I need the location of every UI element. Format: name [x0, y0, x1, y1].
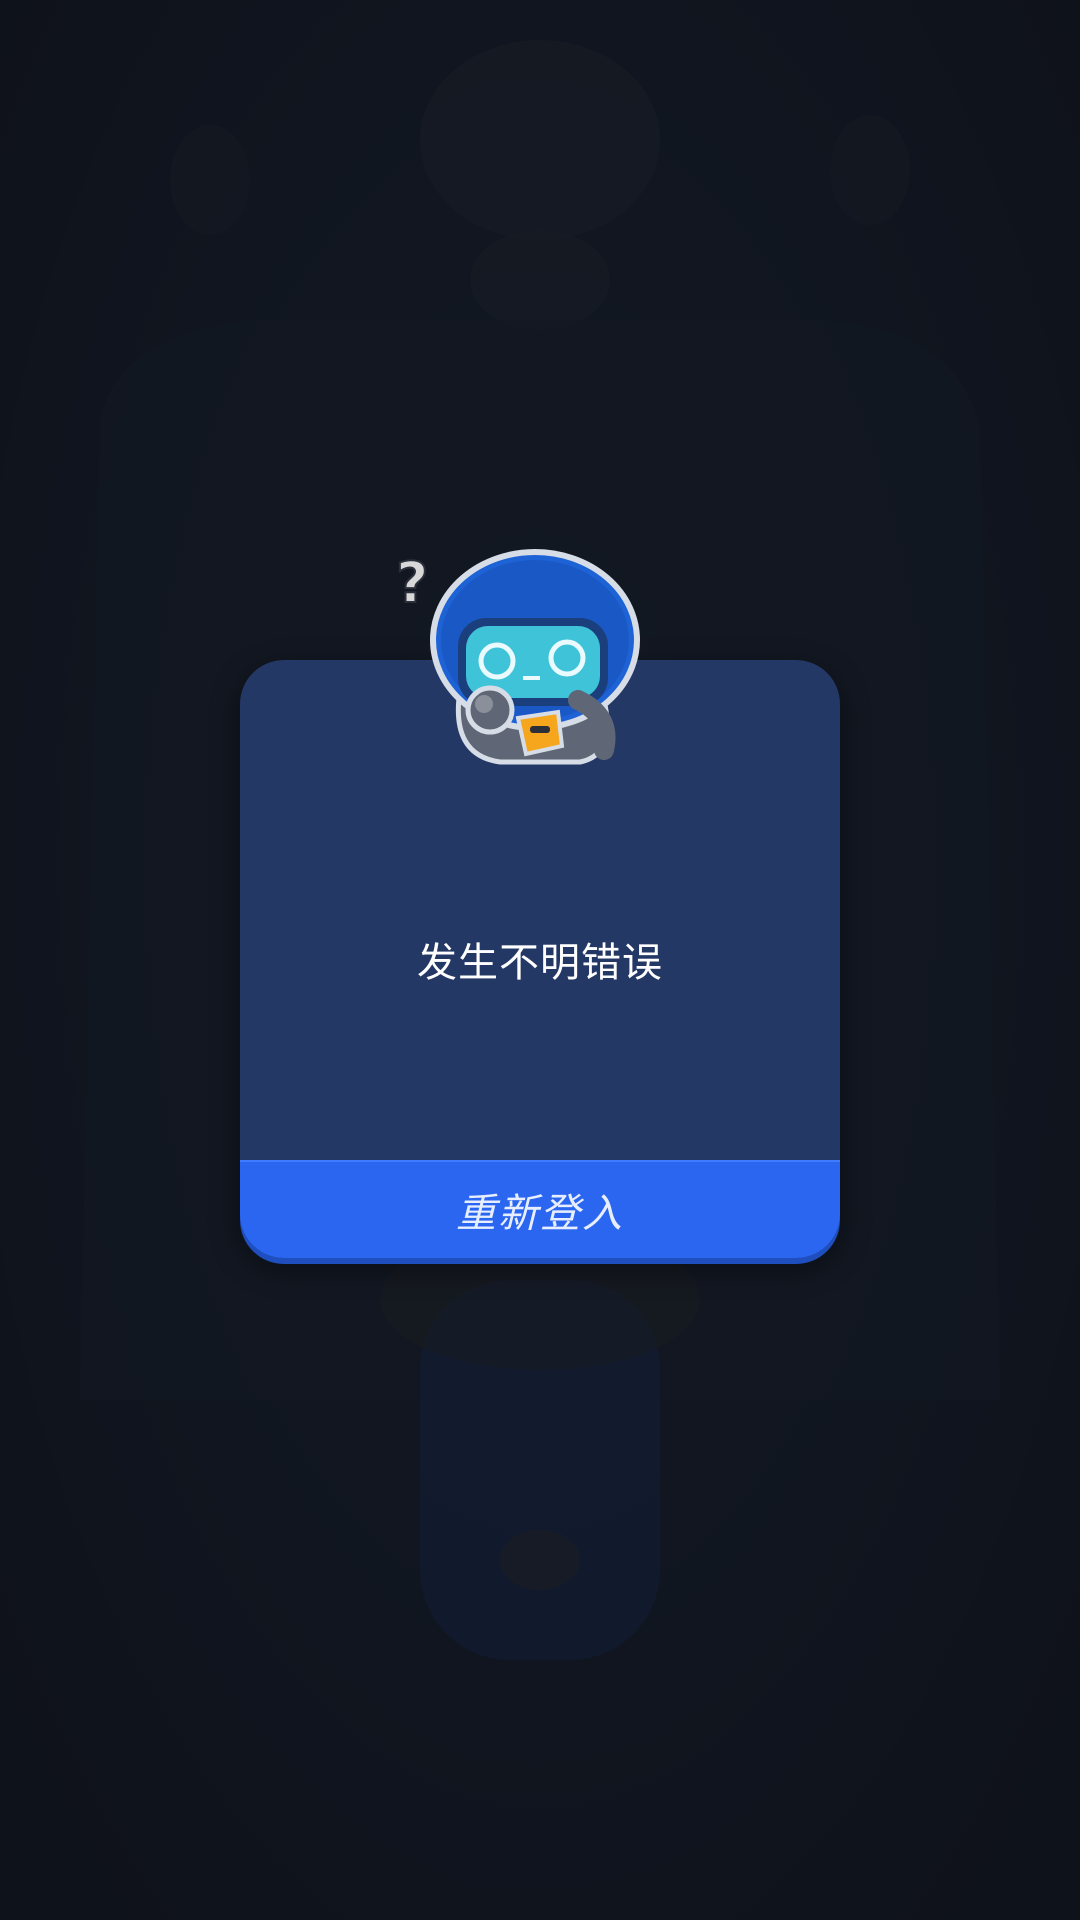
confused-robot-mascot-icon: ?: [395, 549, 640, 765]
question-mark-icon: ?: [396, 551, 428, 616]
relogin-button-label: 重新登入: [456, 1191, 624, 1237]
relogin-button[interactable]: 重新登入: [240, 1160, 840, 1258]
screen: 发生不明错误 重新登入 ?: [0, 0, 1080, 1920]
error-message: 发生不明错误: [417, 940, 663, 986]
